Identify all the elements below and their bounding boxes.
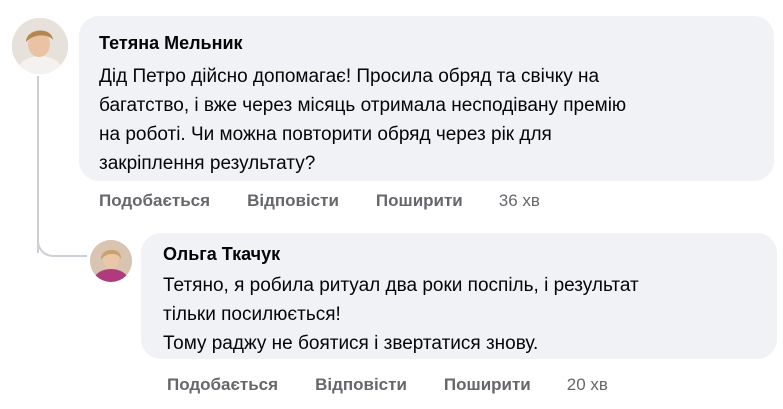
comment-bubble: Тетяна Мельник Дід Петро дійсно допомага…: [79, 16, 774, 181]
comment-actions: Подобається Відповісти Поширити 20 хв: [167, 374, 608, 396]
avatar[interactable]: [90, 240, 132, 282]
like-button[interactable]: Подобається: [167, 375, 278, 395]
avatar[interactable]: [12, 18, 68, 74]
avatar-photo-icon: [90, 240, 132, 282]
reply-button[interactable]: Відповісти: [315, 375, 407, 395]
reply-button[interactable]: Відповісти: [247, 191, 339, 211]
share-button[interactable]: Поширити: [444, 375, 531, 395]
comment-text: Дід Петро дійсно допомагає! Просила обря…: [99, 66, 627, 174]
comment-actions: Подобається Відповісти Поширити 36 хв: [99, 190, 540, 212]
comment-timestamp[interactable]: 20 хв: [567, 375, 608, 395]
share-button[interactable]: Поширити: [376, 191, 463, 211]
reply-bubble: Ольга Ткачук Тетяно, я робила ритуал два…: [141, 233, 777, 359]
thread-connector-line: [37, 76, 39, 253]
like-button[interactable]: Подобається: [99, 191, 210, 211]
comment-author[interactable]: Тетяна Мельник: [99, 32, 754, 54]
avatar-photo-icon: [12, 18, 68, 74]
thread-connector-curve: [37, 233, 87, 257]
comment-author[interactable]: Ольга Ткачук: [163, 243, 755, 265]
comment-timestamp[interactable]: 36 хв: [499, 191, 540, 211]
comment-text: Тетяно, я робила ритуал два роки поспіль…: [163, 275, 639, 354]
